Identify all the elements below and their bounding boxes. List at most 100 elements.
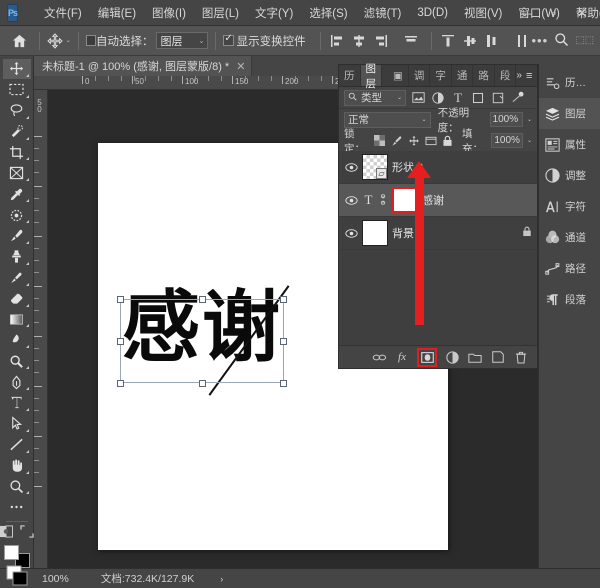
distribute-horizontal-centers-icon[interactable] <box>512 31 531 50</box>
menu-edit[interactable]: 编辑(E) <box>90 1 144 25</box>
quick-selection-tool[interactable] <box>3 122 31 142</box>
layer-filter-kind-dropdown[interactable]: 类型 ⌄ <box>344 90 406 106</box>
table-row[interactable]: ▱ 形状 2 <box>339 151 537 184</box>
paragraph-tab-icon[interactable]: 路 <box>473 65 495 86</box>
move-tool[interactable] <box>3 59 31 79</box>
show-transform-checkbox[interactable] <box>223 35 233 46</box>
layer-thumbnail[interactable] <box>362 220 388 246</box>
transform-handle-s[interactable] <box>199 380 206 387</box>
rectangular-marquee-tool[interactable] <box>3 80 31 100</box>
type-tool[interactable] <box>3 393 31 413</box>
filter-type-icon[interactable]: T <box>450 90 466 106</box>
table-row[interactable]: T 感谢 <box>339 184 537 217</box>
distribute-top-edges-icon[interactable] <box>438 31 457 50</box>
zoom-tool[interactable] <box>3 477 31 497</box>
dock-item-channels[interactable]: 通道 <box>539 222 600 253</box>
panel-tab-history[interactable]: 历 <box>339 65 361 86</box>
line-shape-tool[interactable] <box>3 435 31 455</box>
layer-visibility-toggle[interactable] <box>344 196 358 205</box>
more-options-button[interactable]: ••• <box>531 33 548 48</box>
layer-visibility-toggle[interactable] <box>344 163 358 172</box>
menu-select[interactable]: 选择(S) <box>301 1 355 25</box>
blur-tool[interactable] <box>3 330 31 350</box>
maximize-button[interactable]: ▫ <box>540 0 568 26</box>
dock-item-adjustments[interactable]: 调整 <box>539 160 600 191</box>
paths-tab-icon[interactable]: 调 <box>409 65 431 86</box>
dock-item-character[interactable]: 字符 <box>539 191 600 222</box>
minimize-button[interactable]: — <box>512 0 540 26</box>
lock-position-icon[interactable] <box>407 133 420 149</box>
eyedropper-tool[interactable] <box>3 184 31 204</box>
filter-pixel-icon[interactable] <box>410 90 426 106</box>
filter-toggle-icon[interactable] <box>510 90 526 106</box>
close-icon[interactable]: ✕ <box>236 60 245 73</box>
foreground-color-swatch[interactable] <box>4 545 19 560</box>
filter-smart-object-icon[interactable] <box>490 90 506 106</box>
dock-item-properties[interactable]: 属性 <box>539 129 600 160</box>
adjustments-tab-icon[interactable]: 通 <box>452 65 474 86</box>
brush-tool[interactable] <box>3 226 31 246</box>
distribute-left-edges-icon[interactable] <box>482 31 501 50</box>
vertical-ruler[interactable]: 50 <box>34 90 48 568</box>
transform-handle-se[interactable] <box>280 380 287 387</box>
fill-stepper-icon[interactable]: ⌄ <box>527 137 532 144</box>
history-brush-tool[interactable] <box>3 268 31 288</box>
link-icon[interactable] <box>379 194 388 207</box>
pen-tool[interactable] <box>3 372 31 392</box>
lock-artboard-icon[interactable] <box>424 133 437 149</box>
auto-select-checkbox[interactable] <box>86 35 96 46</box>
filter-adjustment-icon[interactable] <box>430 90 446 106</box>
channels-tab-icon[interactable]: ▣ <box>388 65 409 86</box>
transform-handle-sw[interactable] <box>117 380 124 387</box>
gradient-tool[interactable] <box>3 310 31 330</box>
chevron-down-icon[interactable]: ⌄ <box>66 37 71 44</box>
dock-item-paragraph[interactable]: 段落 <box>539 284 600 315</box>
layer-name[interactable]: 形状 2 <box>392 159 423 175</box>
layer-name[interactable]: 感谢 <box>422 192 444 208</box>
align-right-edges-icon[interactable] <box>372 31 391 50</box>
layer-mask-thumbnail[interactable] <box>392 187 418 213</box>
table-row[interactable]: 背景 <box>339 217 537 250</box>
transform-handle-w[interactable] <box>117 338 124 345</box>
new-layer-button[interactable] <box>490 349 506 365</box>
clone-stamp-tool[interactable] <box>3 247 31 267</box>
frame-tool[interactable] <box>3 163 31 183</box>
transform-bounding-box[interactable] <box>120 299 284 383</box>
menu-image[interactable]: 图像(I) <box>144 1 194 25</box>
auto-select-target-dropdown[interactable]: 图层 ⌄ <box>156 32 208 49</box>
character-tab-icon[interactable]: 字 <box>430 65 452 86</box>
link-layers-button[interactable] <box>371 349 387 365</box>
transform-handle-e[interactable] <box>280 338 287 345</box>
search-icon[interactable] <box>554 32 569 50</box>
transform-handle-ne[interactable] <box>280 296 287 303</box>
transform-handle-nw[interactable] <box>117 296 124 303</box>
layer-style-button[interactable]: fx <box>394 349 410 365</box>
edit-toolbar-tool[interactable] <box>3 497 31 517</box>
screen-mode-icon[interactable] <box>20 525 34 541</box>
close-button[interactable]: ✕ <box>568 0 596 26</box>
new-group-button[interactable] <box>467 349 483 365</box>
quick-mask-icon[interactable] <box>0 525 13 541</box>
lock-transparency-icon[interactable] <box>373 133 386 149</box>
panel-tab-layers[interactable]: 图层 <box>361 65 383 86</box>
lasso-tool[interactable] <box>3 101 31 121</box>
crop-tool[interactable] <box>3 143 31 163</box>
status-expand-icon[interactable]: › <box>220 574 223 584</box>
menu-filter[interactable]: 滤镜(T) <box>356 1 410 25</box>
add-layer-mask-button[interactable] <box>417 348 437 367</box>
menu-view[interactable]: 视图(V) <box>456 1 510 25</box>
zoom-level[interactable]: 100% <box>42 573 69 585</box>
spot-healing-brush-tool[interactable] <box>3 205 31 225</box>
layer-list[interactable]: ▱ 形状 2 T 感谢 <box>339 151 537 345</box>
filter-shape-icon[interactable] <box>470 90 486 106</box>
delete-layer-button[interactable] <box>513 349 529 365</box>
layer-visibility-toggle[interactable] <box>344 229 358 238</box>
status-color-swatch[interactable] <box>4 565 30 587</box>
layer-name[interactable]: 背景 <box>392 225 414 241</box>
dock-item-layers[interactable]: 图层 <box>539 98 600 129</box>
collapse-icon[interactable]: » <box>516 70 522 81</box>
opacity-stepper-icon[interactable]: ⌄ <box>527 116 532 123</box>
properties-tab-icon[interactable]: 段 <box>495 65 517 86</box>
move-tool-icon[interactable]: ⌄ <box>47 33 71 49</box>
hand-tool[interactable] <box>3 456 31 476</box>
